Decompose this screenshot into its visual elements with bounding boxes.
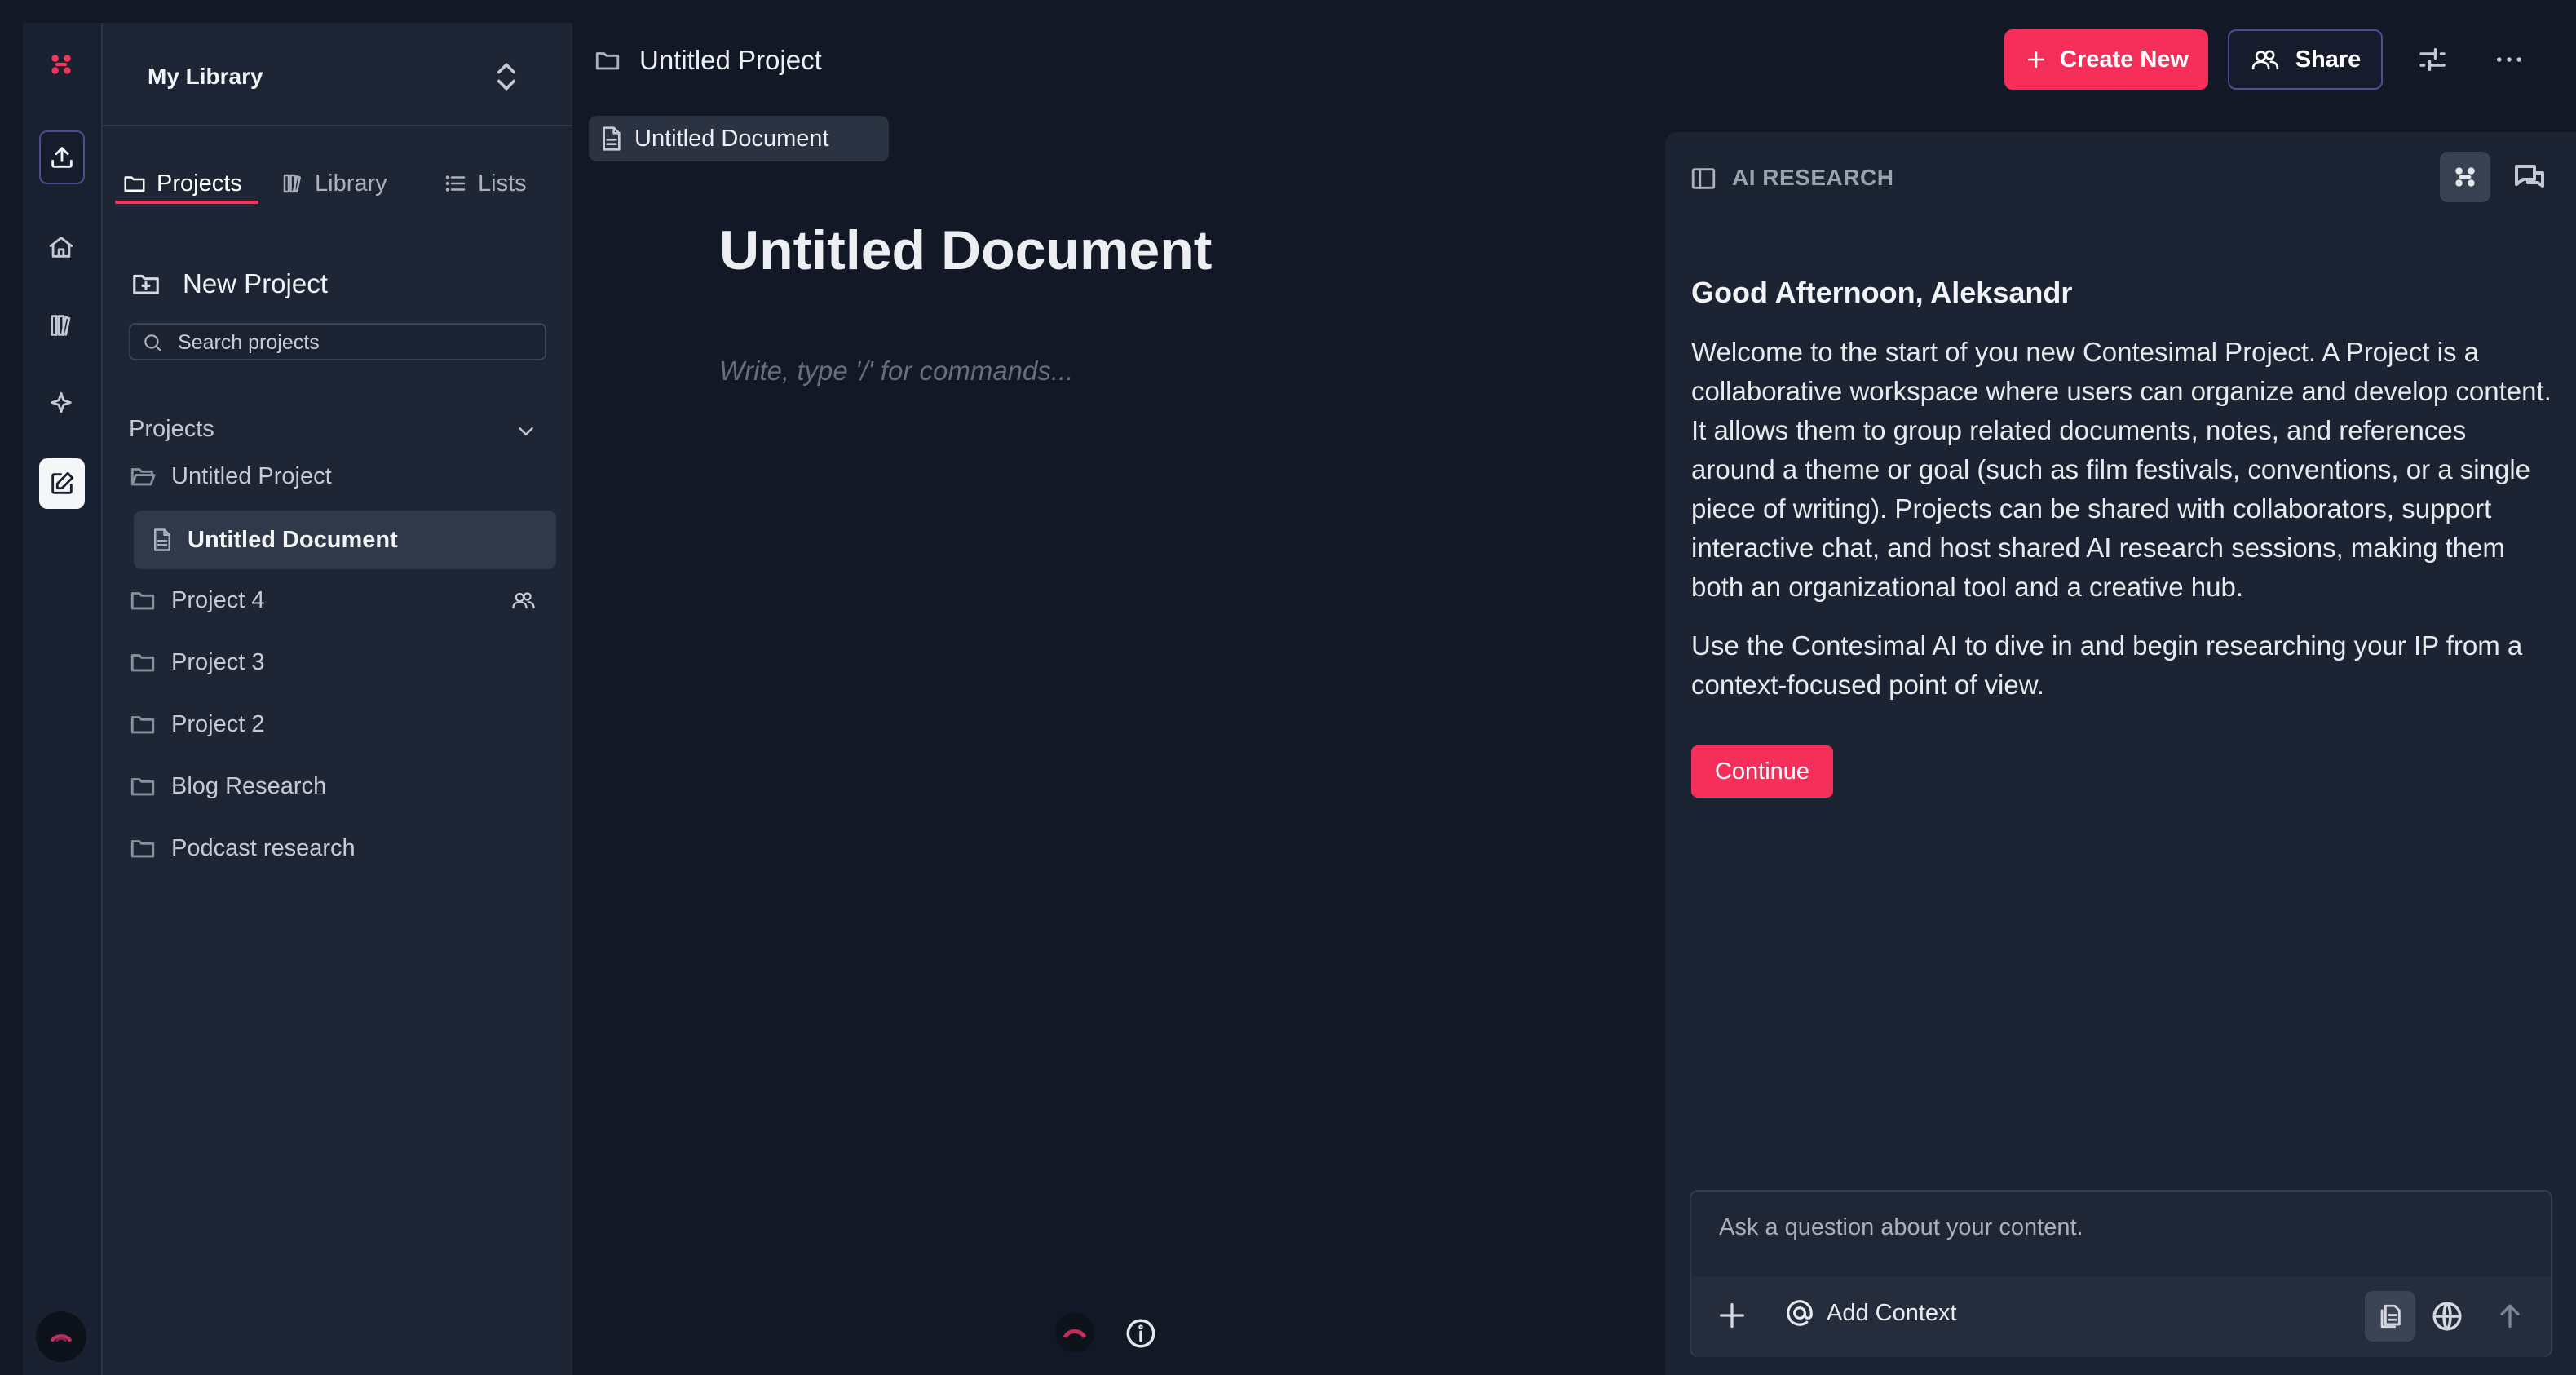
globe-icon[interactable]: [2430, 1299, 2464, 1333]
folder-icon: [595, 52, 620, 70]
plus-icon: [2028, 51, 2045, 68]
document-icon: [154, 528, 170, 551]
search-input[interactable]: [176, 325, 538, 360]
continue-button[interactable]: Continue: [1691, 745, 1833, 798]
create-new-button[interactable]: Create New: [2004, 29, 2208, 90]
ai-composer: Ask a question about your content. Add C…: [1690, 1190, 2552, 1357]
active-tab-indicator: [115, 201, 258, 204]
upload-icon[interactable]: [39, 130, 85, 184]
project-item-label: Project 4: [171, 586, 265, 613]
nodes-icon: [2455, 167, 2475, 187]
plus-icon[interactable]: [1716, 1299, 1748, 1332]
new-project-button[interactable]: New Project: [130, 259, 328, 308]
home-icon[interactable]: [38, 223, 85, 271]
at-icon: [1787, 1300, 1813, 1326]
projects-section-label: Projects: [129, 416, 214, 442]
user-avatar[interactable]: [36, 1311, 86, 1362]
folder-icon: [130, 778, 155, 796]
folder-icon: [130, 592, 155, 610]
library-icon[interactable]: [38, 302, 85, 349]
library-title: My Library: [148, 64, 263, 89]
tab-library[interactable]: Library: [281, 161, 387, 206]
document-title[interactable]: Untitled Document: [719, 219, 1212, 282]
document-item-label: Untitled Document: [188, 526, 398, 553]
folder-icon: [130, 654, 155, 672]
sliders-icon[interactable]: [2415, 42, 2450, 77]
shared-users-icon: [512, 592, 535, 609]
assistant-avatar[interactable]: [1055, 1313, 1094, 1352]
icon-rail: [23, 23, 103, 1375]
breadcrumb[interactable]: Untitled Project: [594, 41, 822, 80]
project-item-label: Project 3: [171, 648, 265, 675]
users-icon: [2251, 50, 2278, 70]
project-item-project-2[interactable]: Project 2: [129, 700, 546, 749]
projects-section-header[interactable]: Projects: [129, 408, 546, 453]
ai-research-panel: AI RESEARCH Good Afternoon, Aleksandr We…: [1665, 132, 2576, 1375]
tab-lists[interactable]: Lists: [444, 161, 527, 206]
chevron-updown-icon[interactable]: [494, 59, 519, 95]
tab-projects[interactable]: Projects: [122, 161, 242, 206]
ai-intro-paragraph: Welcome to the start of you new Contesim…: [1691, 337, 2552, 602]
folder-icon: [130, 716, 155, 734]
app-logo-icon[interactable]: [38, 41, 85, 88]
document-icon: [603, 126, 621, 151]
folder-open-icon: [130, 468, 156, 486]
folder-icon: [124, 176, 145, 192]
add-context-label: Add Context: [1827, 1299, 1957, 1326]
folder-plus-icon: [133, 274, 159, 294]
ai-guide-paragraph: Use the Contesimal AI to dive in and beg…: [1691, 630, 2523, 700]
search-icon: [144, 334, 161, 351]
search-projects[interactable]: [129, 323, 546, 360]
document-body-placeholder[interactable]: Write, type '/' for commands...: [719, 356, 1073, 387]
project-item-blog-research[interactable]: Blog Research: [129, 762, 546, 811]
documents-source-button[interactable]: [2365, 1291, 2415, 1342]
send-arrow-icon[interactable]: [2494, 1299, 2526, 1332]
ai-greeting: Good Afternoon, Aleksandr: [1691, 276, 2073, 309]
sidebar-toggle-icon[interactable]: [1690, 165, 1717, 192]
library-icon: [283, 174, 301, 193]
library-header[interactable]: My Library: [103, 23, 572, 126]
project-item-label: Podcast research: [171, 834, 356, 861]
project-item-project-3[interactable]: Project 3: [129, 638, 546, 687]
list-icon: [445, 175, 466, 192]
chevron-down-icon[interactable]: [514, 419, 538, 444]
new-project-label: New Project: [183, 268, 328, 298]
ask-input[interactable]: Ask a question about your content.: [1719, 1214, 2083, 1241]
tab-projects-label: Projects: [157, 170, 242, 197]
breadcrumb-project: Untitled Project: [639, 45, 822, 75]
share-label: Share: [2295, 46, 2362, 73]
project-item-untitled-project[interactable]: Untitled Project: [129, 452, 546, 501]
project-item-podcast-research[interactable]: Podcast research: [129, 824, 546, 873]
chat-bubbles-icon[interactable]: [2510, 158, 2549, 197]
create-new-label: Create New: [2060, 46, 2189, 73]
info-icon[interactable]: [1124, 1316, 1158, 1351]
more-options-icon[interactable]: [2492, 42, 2526, 77]
edit-icon[interactable]: [39, 458, 85, 509]
project-item-project-4[interactable]: Project 4: [129, 576, 546, 625]
composer-toolbar: Add Context: [1691, 1276, 2551, 1357]
tab-lists-label: Lists: [478, 170, 527, 197]
documents-icon: [2380, 1304, 2401, 1329]
project-item-label: Blog Research: [171, 772, 327, 799]
add-context-button[interactable]: Add Context: [1784, 1298, 1957, 1329]
share-button[interactable]: Share: [2228, 29, 2383, 90]
ai-panel-title: AI RESEARCH: [1732, 165, 1894, 190]
tab-library-label: Library: [315, 170, 387, 197]
project-item-label: Project 2: [171, 710, 265, 737]
sidebar: My Library Projects Library Lists New Pr…: [103, 23, 572, 1375]
project-item-label: Untitled Project: [171, 462, 332, 489]
folder-icon: [130, 840, 155, 858]
ai-mode-button[interactable]: [2440, 152, 2490, 202]
document-tab[interactable]: Untitled Document: [589, 116, 889, 161]
sparkle-icon[interactable]: [38, 380, 85, 427]
document-item-untitled-document[interactable]: Untitled Document: [134, 511, 556, 569]
document-tab-label: Untitled Document: [634, 125, 829, 152]
